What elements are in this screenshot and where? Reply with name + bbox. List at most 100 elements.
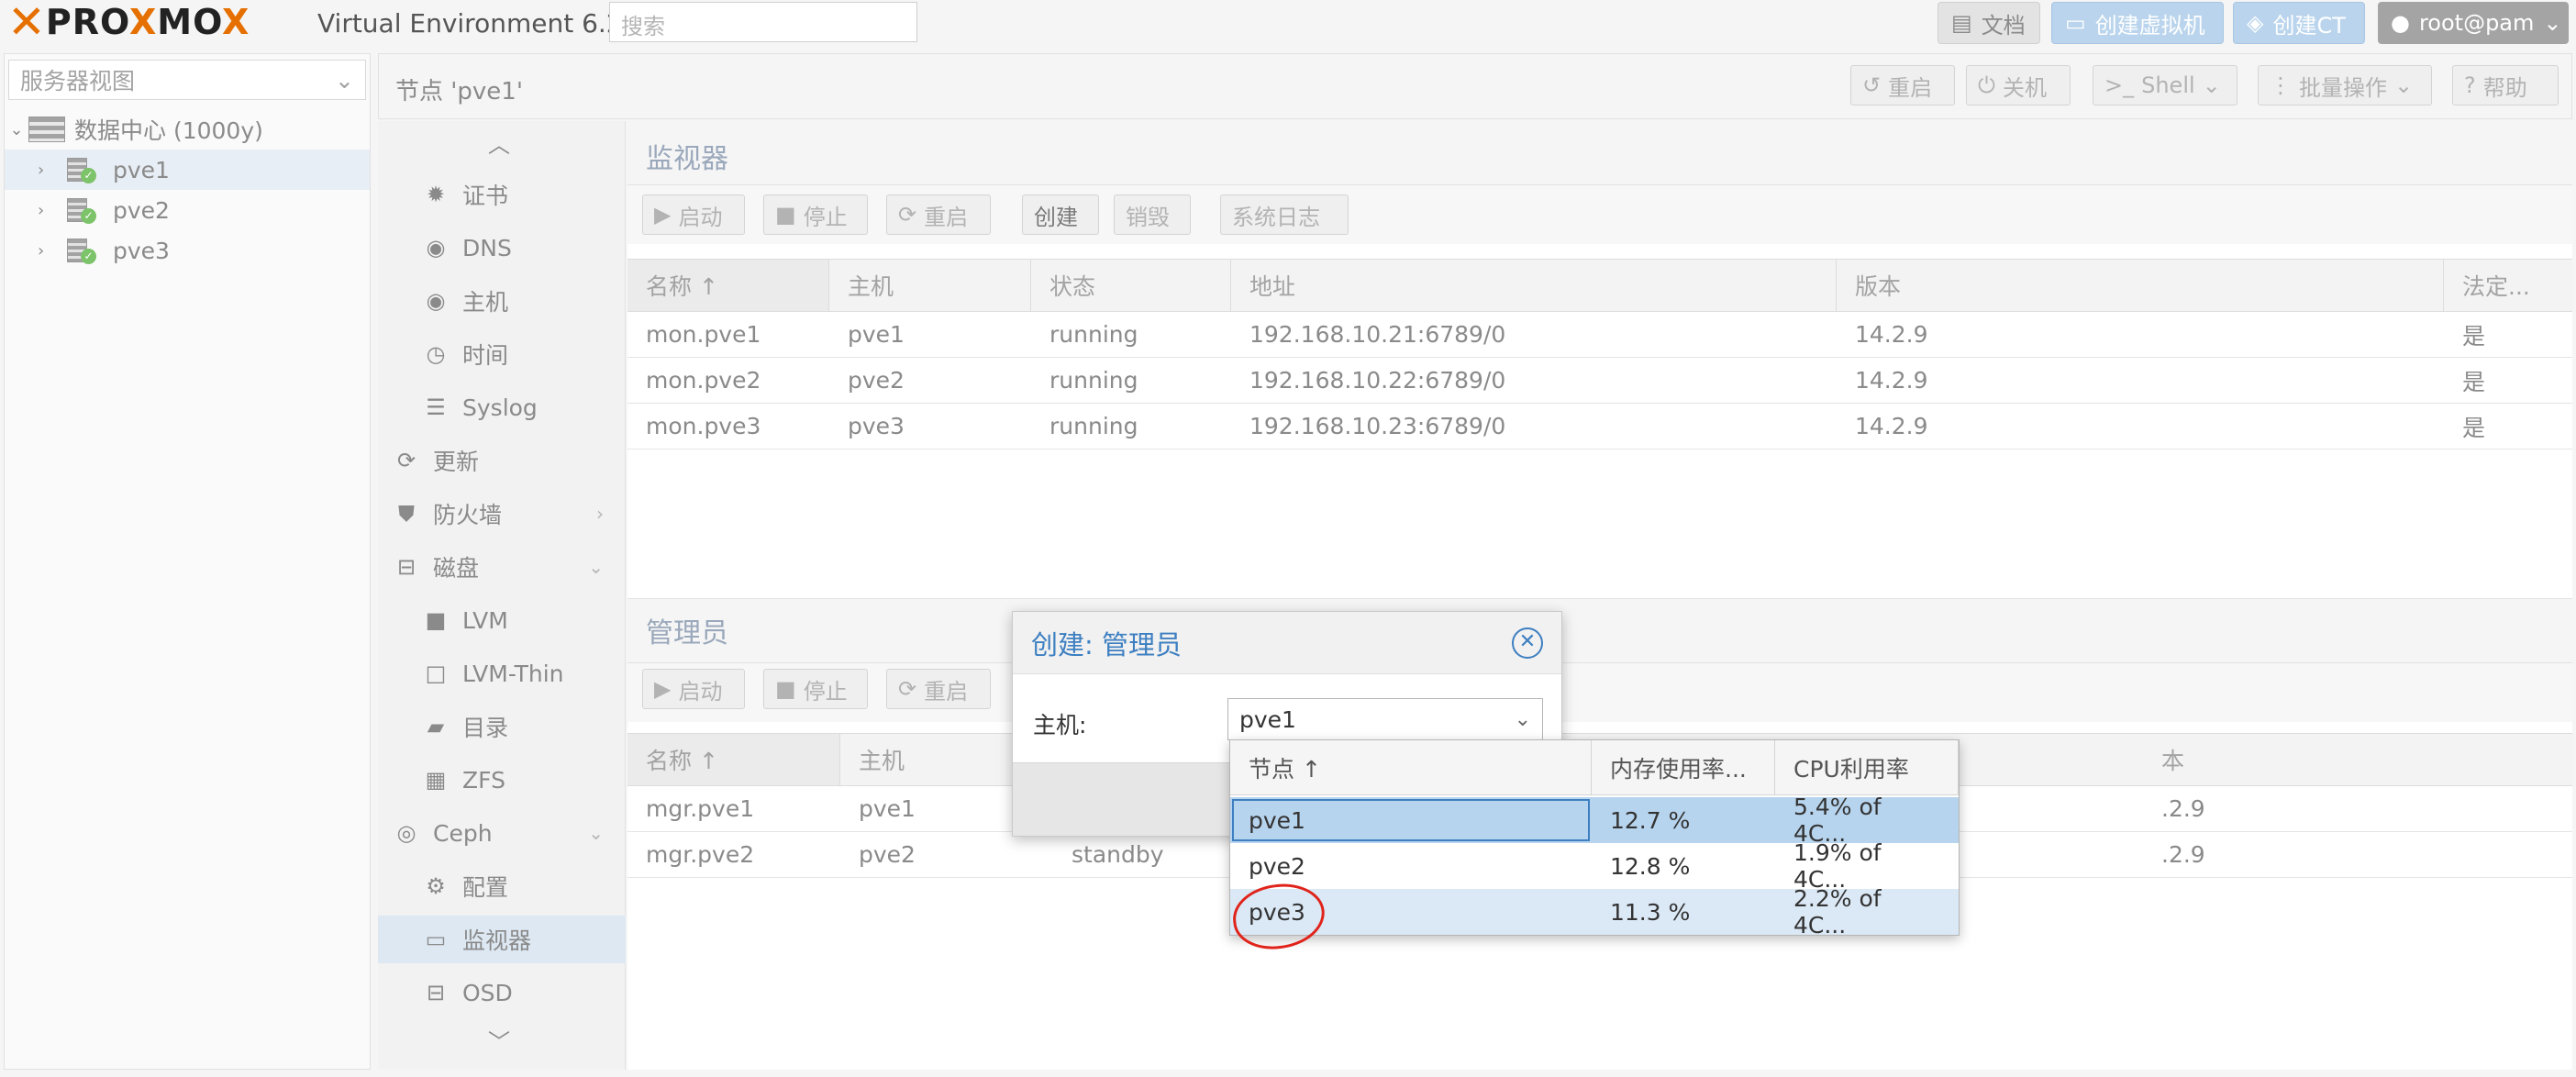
picker-col-node[interactable]: 节点 ↑ [1230, 740, 1592, 794]
picker-row-pve2[interactable]: pve2 12.8 % 1.9% of 4C... [1230, 839, 1959, 893]
dialog-header: 创建: 管理员 ✕ [1013, 612, 1561, 674]
globe-icon: ◉ [426, 288, 446, 314]
help-button[interactable]: ? 帮助 [2452, 65, 2559, 105]
play-icon: ▶ [654, 202, 672, 228]
bulk-actions-button[interactable]: ⋮ 批量操作 ⌄ [2258, 65, 2432, 105]
tree-node-pve3[interactable]: › ✓ pve3 [5, 230, 370, 271]
globe-icon: ◉ [426, 235, 446, 261]
desktop-icon: ▭ [2065, 10, 2086, 36]
logo-text: PROXMOX [45, 2, 250, 42]
table-row[interactable]: mon.pve1 pve1 running 192.168.10.21:6789/0 1… [627, 312, 2572, 358]
cell: .2.9 [2161, 841, 2205, 868]
menu-item-13[interactable]: ⚙ 配置 [378, 862, 626, 910]
monitor-stop-button[interactable]: ■ 停止 [763, 194, 868, 235]
shell-button[interactable]: >_ Shell ⌄ [2093, 65, 2237, 105]
menu-item-0[interactable]: ✹ 证书 [378, 171, 626, 218]
cell: 是 [2462, 368, 2486, 395]
shutdown-node-button[interactable]: ⏻ 关机 [1966, 65, 2071, 105]
table-row[interactable]: mon.pve3 pve3 running 192.168.10.23:6789/0 1… [627, 404, 2572, 450]
node-menu: ︿ ✹ 证书 ◉ DNS ◉ 主机 ◷ 时间 ☰ Syslog ⟳ 更新 ⛊ 防火墙 › ⊟ 磁盘 ⌄ ■ LVM □ L… [378, 121, 626, 1070]
view-select[interactable]: 服务器视图 ⌄ [8, 60, 366, 100]
monitor-syslog-button[interactable]: 系统日志 [1220, 194, 1349, 235]
search-input[interactable]: 搜索 [609, 2, 917, 42]
col-status[interactable]: 状态 [1031, 260, 1231, 311]
top-bar: ✕ PROXMOX Virtual Environment 6.2-10 搜索 … [0, 0, 2576, 46]
create-vm-button[interactable]: ▭ 创建虚拟机 [2051, 2, 2224, 44]
cell: pve2 [848, 367, 905, 394]
list-icon: ☰ [426, 394, 446, 420]
clock-icon: ◷ [426, 341, 446, 367]
cell: 14.2.9 [1855, 367, 1928, 394]
menu-item-12[interactable]: ◎ Ceph ⌄ [378, 809, 626, 857]
tree-datacenter[interactable]: ⌄ 数据中心 (1000y) [5, 109, 370, 150]
menu-item-11[interactable]: ▦ ZFS [378, 756, 626, 804]
col-host[interactable]: 主机 [829, 260, 1031, 311]
menu-item-5[interactable]: ⟳ 更新 [378, 437, 626, 484]
tree-node-pve1[interactable]: › ✓ pve1 [5, 150, 370, 190]
menu-item-9[interactable]: □ LVM-Thin [378, 650, 626, 697]
picker-col-cpu[interactable]: CPU利用率 [1775, 740, 1959, 794]
resource-tree-panel: 服务器视图 ⌄ ⌄ 数据中心 (1000y) › ✓ pve1 › ✓ pve2 … [4, 53, 371, 1070]
menu-item-8[interactable]: ■ LVM [378, 596, 626, 644]
table-row[interactable]: mon.pve2 pve2 running 192.168.10.22:6789/0 1… [627, 358, 2572, 404]
col-address[interactable]: 地址 [1231, 260, 1837, 311]
menu-item-14[interactable]: ▭ 监视器 [378, 916, 626, 963]
monitor-restart-button[interactable]: ⟳ 重启 [886, 194, 991, 235]
menu-item-7[interactable]: ⊟ 磁盘 ⌄ [378, 543, 626, 591]
menu-item-15[interactable]: ⊟ OSD [378, 969, 626, 1016]
chevron-down-icon[interactable]: ⌄ [1515, 708, 1531, 731]
monitor-start-button[interactable]: ▶ 启动 [642, 194, 745, 235]
host-combobox[interactable]: pve1 ⌄ [1227, 698, 1543, 740]
square-icon: ■ [425, 607, 447, 633]
manager-restart-button[interactable]: ⟳ 重启 [886, 669, 991, 709]
chevron-down-icon: ⌄ [2543, 10, 2562, 36]
picker-cell: 5.4% of 4C... [1793, 794, 1882, 847]
scroll-up-icon[interactable]: ︿ [488, 127, 510, 159]
cell: mgr.pve1 [646, 795, 755, 822]
menu-item-2[interactable]: ◉ 主机 [378, 277, 626, 325]
user-menu-button[interactable]: ● root@pam ⌄ [2378, 2, 2569, 44]
monitor-create-button[interactable]: 创建 [1022, 194, 1099, 235]
cell: mon.pve1 [646, 321, 761, 348]
cell: running [1049, 321, 1138, 348]
picker-row-pve1[interactable]: pve1 12.7 % 5.4% of 4C... [1230, 794, 1959, 847]
cell: 192.168.10.21:6789/0 [1249, 321, 1506, 348]
manager-stop-button[interactable]: ■ 停止 [763, 669, 868, 709]
picker-cell: 11.3 % [1610, 898, 1691, 926]
create-ct-button[interactable]: ◈ 创建CT [2233, 2, 2365, 44]
manager-start-button[interactable]: ▶ 启动 [642, 669, 745, 709]
menu-item-3[interactable]: ◷ 时间 [378, 330, 626, 378]
folder-icon: ▰ [427, 714, 445, 739]
chevron-down-icon: ⌄ [9, 119, 24, 139]
stop-icon: ■ [775, 676, 796, 702]
tree-node-pve2[interactable]: › ✓ pve2 [5, 190, 370, 230]
col-quorum[interactable]: 法定... [2444, 260, 2572, 311]
col-version[interactable]: 本 [2143, 734, 2572, 785]
picker-row-pve3[interactable]: pve3 11.3 % 2.2% of 4C... [1230, 885, 1959, 938]
docs-button[interactable]: ▤ 文档 [1938, 2, 2040, 44]
picker-col-memory[interactable]: 内存使用率... [1592, 740, 1775, 794]
menu-item-4[interactable]: ☰ Syslog [378, 383, 626, 431]
server-online-icon: ✓ [65, 156, 96, 183]
monitor-destroy-button[interactable]: 销毁 [1114, 194, 1191, 235]
picker-cell: pve2 [1249, 852, 1305, 880]
refresh-icon: ⟳ [396, 448, 416, 473]
close-icon[interactable]: ✕ [1512, 627, 1543, 659]
monitors-title: 监视器 [646, 143, 728, 175]
col-name[interactable]: 名称 ↑ [627, 734, 840, 785]
menu-item-6[interactable]: ⛊ 防火墙 › [378, 490, 626, 538]
picker-cell: 12.7 % [1610, 806, 1691, 834]
picker-header: 节点 ↑ 内存使用率... CPU利用率 [1230, 740, 1959, 795]
cell: mon.pve3 [646, 413, 761, 439]
scroll-down-icon[interactable]: ﹀ [488, 1024, 510, 1056]
col-name[interactable]: 名称 ↑ [627, 260, 829, 311]
restart-node-button[interactable]: ↺ 重启 [1850, 65, 1955, 105]
cell: running [1049, 367, 1138, 394]
menu-item-1[interactable]: ◉ DNS [378, 224, 626, 272]
grid-icon: ▦ [425, 767, 447, 793]
col-version[interactable]: 版本 [1837, 260, 2444, 311]
stop-icon: ■ [775, 202, 796, 228]
shield-icon: ⛊ [398, 501, 415, 527]
gear-icon: ⚙ [426, 873, 446, 899]
menu-item-10[interactable]: ▰ 目录 [378, 703, 626, 750]
